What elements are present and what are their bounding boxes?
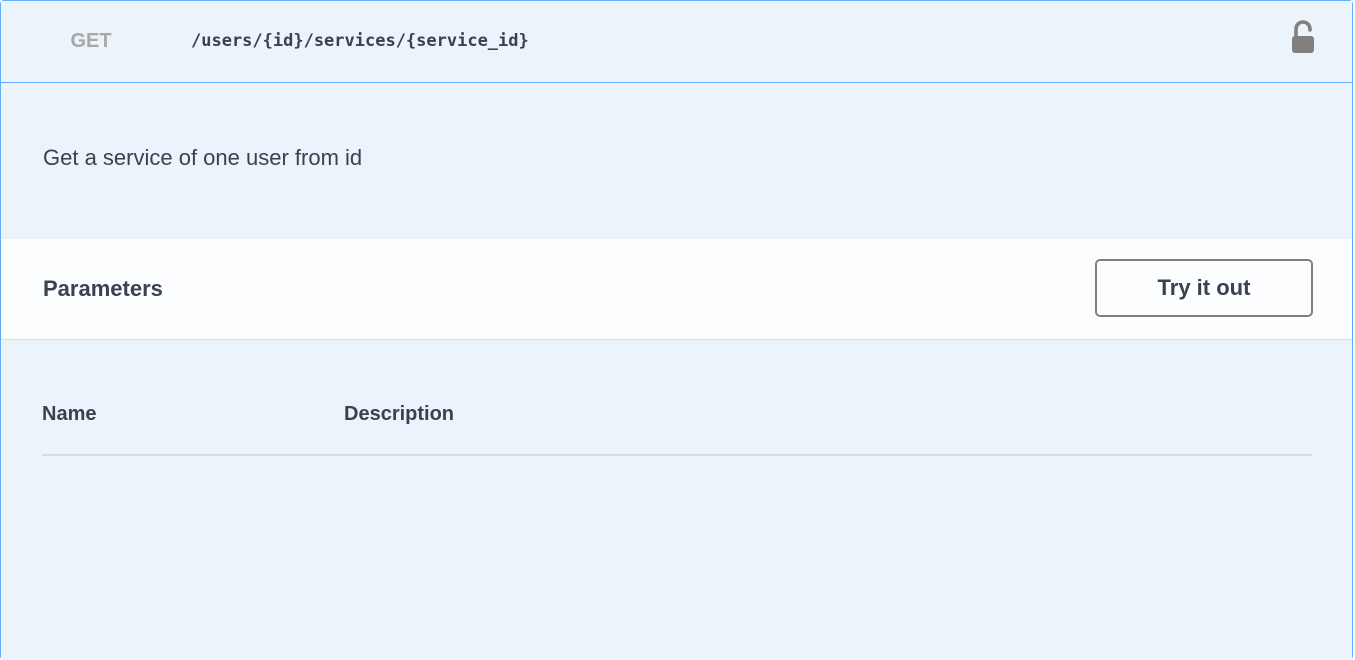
column-header-description: Description: [344, 403, 455, 425]
parameters-header: Parameters Try it out: [1, 239, 1352, 339]
description-text: Get a service of one user from id: [43, 145, 363, 170]
try-it-out-button[interactable]: Try it out: [1095, 259, 1313, 317]
operation-block: GET /users/{id}/services/{service_id} Ge…: [0, 0, 1353, 660]
http-method-badge: GET: [70, 30, 112, 52]
column-header-name: Name: [42, 403, 97, 425]
operation-description: Get a service of one user from id: [1, 83, 1352, 239]
parameters-table: Name Description: [1, 340, 1352, 660]
endpoint-path: /users/{id}/services/{service_id}: [191, 31, 529, 51]
parameters-title: Parameters: [43, 276, 163, 301]
unlocked-padlock-icon[interactable]: [1287, 17, 1319, 57]
operation-summary[interactable]: GET /users/{id}/services/{service_id}: [1, 1, 1352, 83]
parameters-table-header: Name Description: [42, 390, 1312, 456]
